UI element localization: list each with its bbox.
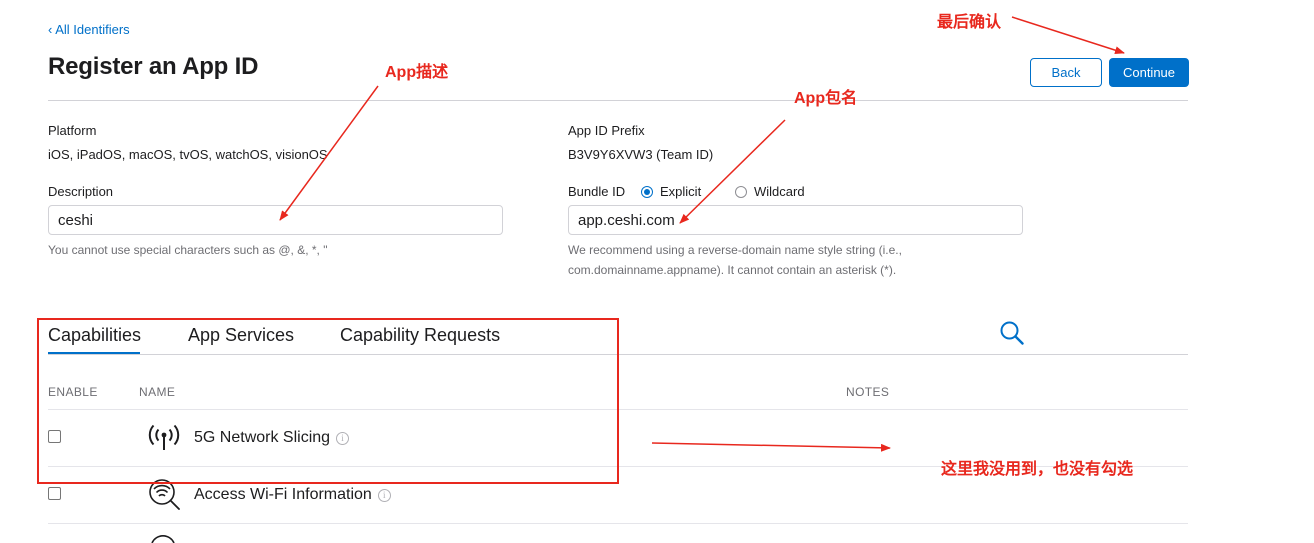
annotation-confirm: 最后确认 xyxy=(937,14,1002,31)
bundle-id-help: We recommend using a reverse-domain name… xyxy=(568,240,902,280)
annotation-bundle: App包名 xyxy=(794,90,858,107)
platform-value: iOS, iPadOS, macOS, tvOS, watchOS, visio… xyxy=(48,147,328,162)
column-header-notes: NOTES xyxy=(846,385,890,399)
prefix-value: B3V9Y6XVW3 (Team ID) xyxy=(568,147,714,162)
explicit-radio-label: Explicit xyxy=(660,184,702,199)
header-divider xyxy=(48,100,1188,101)
bundle-id-label: Bundle ID xyxy=(568,184,626,199)
capability-name-wifi: Access Wi-Fi Information xyxy=(194,486,372,503)
explicit-radio[interactable]: Explicit xyxy=(641,184,701,199)
description-help: You cannot use special characters such a… xyxy=(48,243,328,257)
page-title: Register an App ID xyxy=(48,53,259,80)
bundle-id-input[interactable] xyxy=(568,205,1023,235)
wildcard-radio-label: Wildcard xyxy=(754,184,805,199)
row-divider xyxy=(48,523,1188,524)
radio-selected-icon xyxy=(641,185,653,198)
bundle-id-help-line2: com.domainname.appname). It cannot conta… xyxy=(568,263,897,277)
annotation-unused: 这里我没用到，也没有勾选 xyxy=(941,461,1134,478)
annotation-description: App描述 xyxy=(385,64,449,81)
capability-icon-partial xyxy=(151,535,175,543)
platform-label: Platform xyxy=(48,123,97,138)
breadcrumb-all-identifiers[interactable]: ‹ All Identifiers xyxy=(48,22,130,37)
bundle-id-help-line1: We recommend using a reverse-domain name… xyxy=(568,243,902,257)
search-icon[interactable] xyxy=(999,320,1025,346)
info-icon[interactable]: i xyxy=(377,488,391,502)
wildcard-radio[interactable]: Wildcard xyxy=(735,184,805,199)
description-input[interactable] xyxy=(48,205,503,235)
annotation-highlight-box xyxy=(37,318,619,484)
radio-unselected-icon xyxy=(735,185,747,198)
prefix-label: App ID Prefix xyxy=(568,123,645,138)
table-row: Access Wi-Fi Information i xyxy=(194,486,391,504)
description-label: Description xyxy=(48,184,114,199)
enable-checkbox-wifi[interactable] xyxy=(48,487,61,500)
back-button[interactable]: Back xyxy=(1030,58,1102,87)
continue-button[interactable]: Continue xyxy=(1109,58,1189,87)
